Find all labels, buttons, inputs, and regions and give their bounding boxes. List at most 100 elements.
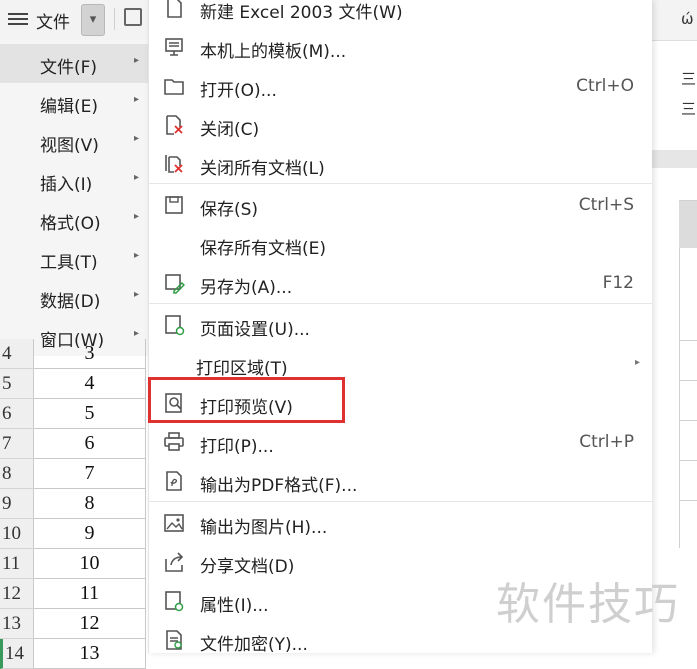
menu-item-label: 关闭所有文档(L) [200, 159, 325, 179]
background-sheet: ώ 三 三 [651, 0, 697, 653]
chevron-right-icon: ▸ [634, 357, 640, 368]
image-icon [163, 512, 185, 534]
table-cell[interactable]: 3 [34, 339, 146, 369]
menu-format[interactable]: 格式(O) ▸ [0, 200, 148, 239]
menu-item-label: 打开(O)... [200, 81, 277, 101]
background-gridline [679, 380, 697, 381]
menu-item-label: 新建 Excel 2003 文件(W) [200, 3, 403, 23]
chevron-right-icon: ▸ [133, 211, 139, 222]
menu-icon[interactable] [8, 10, 28, 28]
row-header[interactable]: 11 [0, 549, 34, 579]
menu-item-label: 另存为(A)... [200, 278, 293, 298]
menu-divider [149, 303, 652, 304]
file-menu-button[interactable]: 文件 [36, 8, 70, 33]
menu-data[interactable]: 数据(D) ▸ [0, 278, 148, 317]
menu-item-label: 输出为PDF格式(F)... [200, 476, 358, 496]
row-header[interactable]: 4 [0, 339, 34, 369]
background-gridline [679, 340, 697, 341]
menu-item-close-all[interactable]: 关闭所有文档(L) [149, 145, 652, 184]
share-icon [163, 551, 185, 573]
table-cell[interactable]: 10 [34, 549, 146, 579]
row-header[interactable]: 12 [0, 579, 34, 609]
background-toolbar: ώ [651, 0, 697, 41]
properties-icon [163, 590, 185, 612]
menu-item-page-setup[interactable]: 页面设置(U)... [149, 306, 652, 345]
row-header[interactable]: 9 [0, 489, 34, 519]
toolbar-divider [114, 8, 115, 30]
row-header[interactable]: 7 [0, 429, 34, 459]
chevron-right-icon: ▸ [133, 172, 139, 183]
table-cell[interactable]: 7 [34, 459, 146, 489]
menu-item-print[interactable]: 打印(P)... Ctrl+P [149, 423, 652, 462]
menu-item-label: 关闭(C) [200, 120, 260, 140]
menu-file[interactable]: 文件(F) ▸ [0, 44, 148, 83]
menu-item-shortcut: Ctrl+O [576, 76, 634, 96]
menu-tools[interactable]: 工具(T) ▸ [0, 239, 148, 278]
menu-item-save[interactable]: 保存(S) Ctrl+S [149, 186, 652, 225]
row-header[interactable]: 10 [0, 519, 34, 549]
file-dropdown-menu: 新建 Excel 2003 文件(W) 本机上的模板(M)... 打开(O)..… [148, 0, 652, 655]
menu-item-label: 输出为图片(H)... [200, 518, 328, 538]
menu-item-save-as[interactable]: 另存为(A)... F12 [149, 264, 652, 303]
background-header-band [651, 150, 697, 168]
menu-item-label: 打印区域(T) [196, 359, 288, 379]
menu-item-label: 保存(S) [200, 200, 259, 220]
folder-icon [163, 75, 185, 97]
menu-label: 插入(I) [40, 175, 93, 195]
table-cell[interactable]: 13 [34, 639, 146, 669]
background-gridline [679, 500, 697, 501]
menu-item-label: 页面设置(U)... [200, 320, 310, 340]
menu-item-shortcut: Ctrl+S [578, 195, 634, 215]
pdf-icon [163, 470, 185, 492]
menu-item-new-file[interactable]: 新建 Excel 2003 文件(W) [149, 0, 652, 28]
row-header[interactable]: 8 [0, 459, 34, 489]
menu-item-label: 分享文档(D) [200, 557, 295, 577]
table-cell[interactable]: 4 [34, 369, 146, 399]
classic-menu-bar: 文件(F) ▸ 编辑(E) ▸ 视图(V) ▸ 插入(I) ▸ 格式(O) ▸ 工具(T)… [0, 40, 149, 356]
menu-item-close[interactable]: 关闭(C) [149, 106, 652, 145]
row-header[interactable]: 13 [0, 609, 34, 639]
chevron-right-icon: ▸ [133, 94, 139, 105]
menu-label: 工具(T) [40, 253, 98, 273]
menu-item-save-all[interactable]: 保存所有文档(E) [149, 225, 652, 264]
table-cell[interactable]: 12 [34, 609, 146, 639]
background-gridline [679, 460, 697, 461]
menu-item-label: 保存所有文档(E) [200, 239, 327, 259]
table-cell[interactable]: 9 [34, 519, 146, 549]
table-cell[interactable]: 11 [34, 579, 146, 609]
menu-label: 数据(D) [40, 292, 101, 312]
save-as-icon [163, 272, 186, 294]
save-icon[interactable] [124, 8, 142, 26]
template-icon [163, 36, 185, 58]
row-header-selected[interactable]: 14 [0, 639, 34, 669]
menu-item-shortcut: F12 [602, 273, 634, 293]
menu-divider [149, 501, 652, 502]
table-cell[interactable]: 6 [34, 429, 146, 459]
chevron-right-icon: ▸ [133, 328, 139, 339]
page-setup-icon [163, 314, 185, 336]
menu-item-export-image[interactable]: 输出为图片(H)... [149, 504, 652, 543]
menu-item-local-templates[interactable]: 本机上的模板(M)... [149, 28, 652, 67]
toolbar: 文件 ▾ [0, 0, 150, 41]
table-cell[interactable]: 5 [34, 399, 146, 429]
background-glyph: ώ [681, 10, 694, 28]
save-icon [163, 194, 185, 216]
background-glyph: 三 [681, 100, 697, 118]
table-cell[interactable]: 8 [34, 489, 146, 519]
close-all-icon [163, 153, 185, 175]
menu-insert[interactable]: 插入(I) ▸ [0, 161, 148, 200]
menu-item-open[interactable]: 打开(O)... Ctrl+O [149, 67, 652, 106]
new-file-icon [163, 0, 185, 19]
background-glyph: 三 [681, 70, 697, 88]
menu-edit[interactable]: 编辑(E) ▸ [0, 83, 148, 122]
chevron-down-icon[interactable]: ▾ [81, 4, 105, 36]
menu-label: 视图(V) [40, 136, 99, 156]
menu-item-export-pdf[interactable]: 输出为PDF格式(F)... [149, 462, 652, 501]
menu-view[interactable]: 视图(V) ▸ [0, 122, 148, 161]
row-header[interactable]: 5 [0, 369, 34, 399]
encrypt-icon [163, 629, 185, 651]
menu-item-label: 属性(I)... [200, 596, 269, 616]
background-gridline [679, 200, 697, 201]
chevron-right-icon: ▸ [133, 250, 139, 261]
row-header[interactable]: 6 [0, 399, 34, 429]
